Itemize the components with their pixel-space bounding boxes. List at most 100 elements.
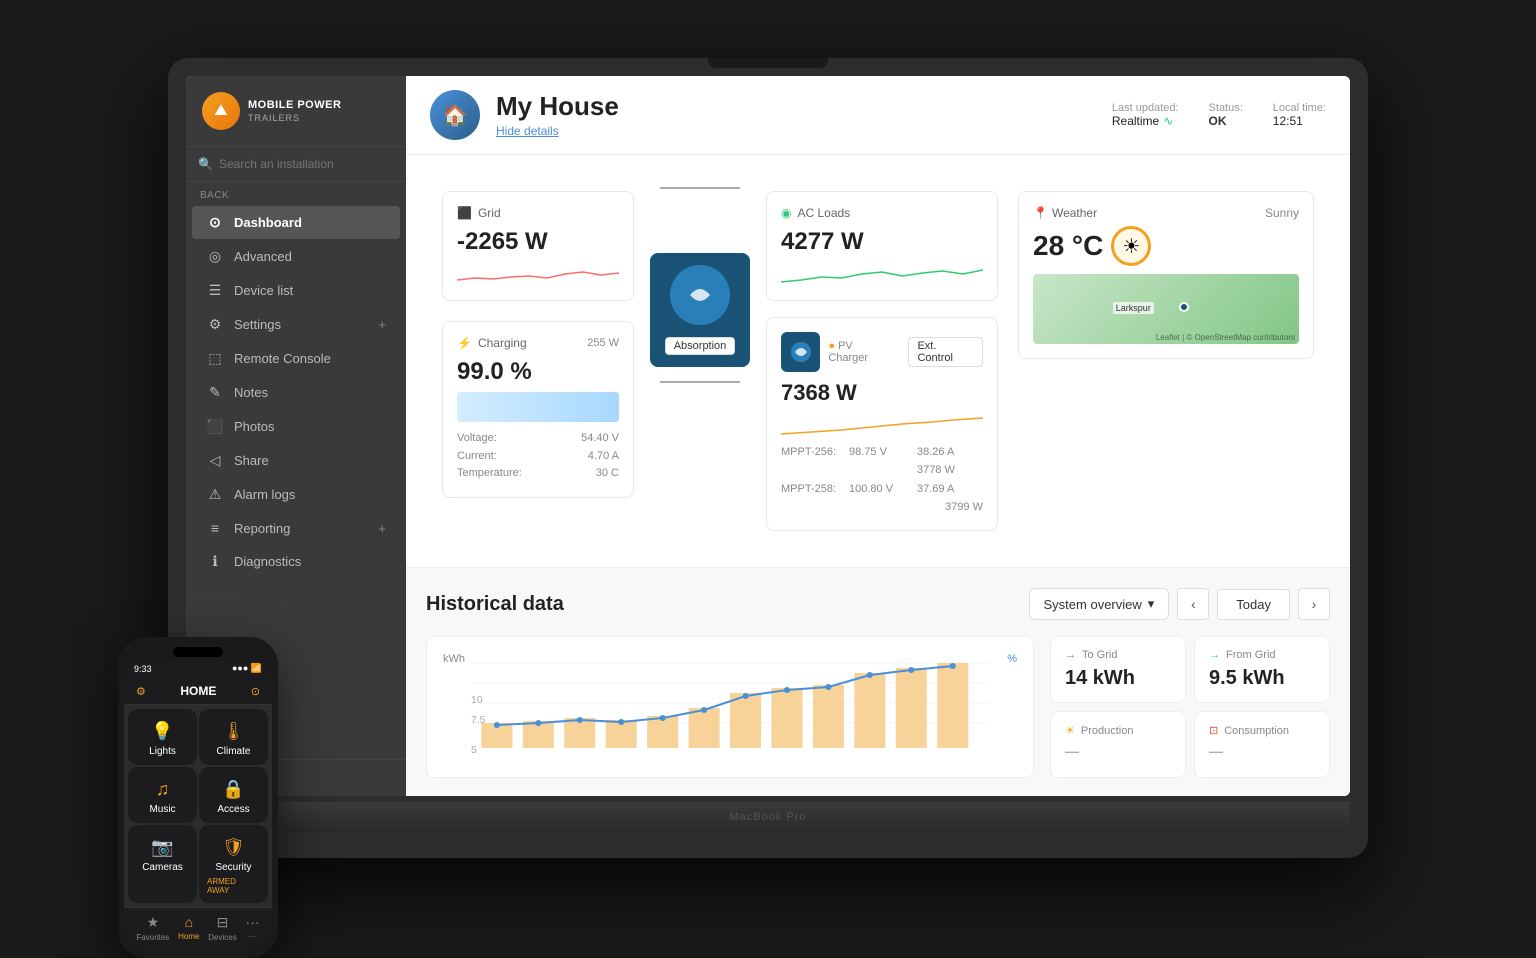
security-sublabel: ARMED AWAY	[207, 877, 260, 895]
sun-icon: ☀	[1111, 226, 1151, 266]
grid-value: -2265 W	[457, 228, 619, 256]
historical-header: Historical data System overview ▾ ‹ Toda…	[426, 588, 1330, 620]
next-period-button[interactable]: ›	[1298, 588, 1330, 620]
phone-time: 9:33	[134, 664, 152, 674]
to-grid-arrow-icon: →	[1065, 649, 1076, 661]
charging-watts: 255 W	[587, 337, 619, 349]
sidebar-item-settings[interactable]: ⚙ Settings +	[192, 308, 400, 341]
grid-title: Grid	[478, 206, 501, 220]
phone-status-bar: 9:33 ●●● 📶	[124, 661, 272, 678]
sidebar-item-reporting[interactable]: ≡ Reporting +	[192, 512, 400, 544]
production-label: ☀ Production	[1065, 724, 1171, 737]
phone-signal-icon: ●●● 📶	[232, 663, 262, 674]
sidebar-nav: ⊙ Dashboard ◎ Advanced ☰ Device list ⚙ S…	[186, 205, 406, 579]
phone-grid: 💡 Lights 🌡 Climate ♫ Music	[124, 705, 272, 907]
sidebar-logo: ⛰ MOBILE POWER TRAILERS	[186, 76, 406, 147]
weather-title: 📍 Weather	[1033, 206, 1097, 220]
system-overview-dropdown[interactable]: System overview ▾	[1029, 588, 1170, 620]
phone-title: HOME	[146, 684, 251, 698]
phone-more-icon[interactable]: ⊙	[251, 685, 260, 698]
music-icon: ♫	[156, 779, 170, 800]
sidebar-item-label: Settings	[234, 317, 281, 332]
header-meta: Last updated: Realtime ∿ Status: OK Loca…	[1112, 102, 1326, 128]
phone-tile-cameras[interactable]: 📷 Cameras	[128, 825, 197, 903]
weather-temp-row: 28 °C ☀	[1033, 226, 1299, 266]
mppt2-w: 3799 W	[945, 499, 983, 517]
sidebar-item-device-list[interactable]: ☰ Device list	[192, 274, 400, 307]
current-label: Current:	[457, 450, 497, 462]
access-label: Access	[217, 804, 249, 815]
mppt1-w: 3778 W	[917, 462, 983, 480]
from-grid-label: → From Grid	[1209, 649, 1315, 661]
security-label: Security	[215, 862, 251, 873]
today-button[interactable]: Today	[1217, 589, 1290, 620]
phone-bottom-more[interactable]: ··· ···	[246, 914, 260, 942]
remote-console-icon: ⬚	[206, 350, 224, 367]
map-location-label: Larkspur	[1113, 302, 1154, 314]
house-title: My House	[496, 91, 619, 122]
prev-period-button[interactable]: ‹	[1177, 588, 1209, 620]
voltage-value: 54.40 V	[581, 430, 619, 448]
favorites-icon: ★	[136, 914, 169, 931]
phone-overlay: 9:33 ●●● 📶 ⚙ HOME ⊙ 💡 Lights 🌡	[118, 637, 293, 958]
mppt1-a: 38.26 A	[917, 444, 983, 462]
logo-sub-text: TRAILERS	[248, 113, 341, 123]
sidebar-item-share[interactable]: ◁ Share	[192, 444, 400, 477]
ac-loads-title: AC Loads	[797, 206, 850, 220]
dashboard-cards-layout: ⬛ Grid -2265 W	[422, 171, 1334, 551]
local-time-label: Local time:	[1273, 102, 1326, 114]
phone-bottom-favorites[interactable]: ★ Favorites	[136, 914, 169, 942]
phone-tile-access[interactable]: 🔒 Access	[199, 767, 268, 823]
sidebar-item-label: Share	[234, 453, 269, 468]
phone-tile-security[interactable]: 🛡 Security ARMED AWAY	[199, 825, 268, 903]
phone-bottom-devices[interactable]: ⊟ Devices	[208, 914, 236, 942]
col-pv: ◉ AC Loads 4277 W	[762, 187, 1002, 535]
music-label: Music	[149, 804, 175, 815]
to-grid-value: 14 kWh	[1065, 667, 1171, 690]
dashboard-icon: ⊙	[206, 214, 224, 231]
production-card: ☀ Production —	[1050, 711, 1186, 778]
main-content: 🏠 My House Hide details Last updated: Re…	[406, 76, 1350, 796]
from-grid-card: → From Grid 9.5 kWh	[1194, 636, 1330, 703]
photos-icon: ⬛	[206, 418, 224, 435]
climate-icon: 🌡	[222, 721, 245, 742]
consumption-icon: ⊡	[1209, 724, 1218, 737]
hide-details-link[interactable]: Hide details	[496, 124, 559, 138]
house-avatar: 🏠	[430, 90, 480, 140]
sidebar-item-notes[interactable]: ✎ Notes	[192, 376, 400, 409]
ac-loads-value: 4277 W	[781, 228, 983, 256]
phone-bottom-home[interactable]: ⌂ Home	[178, 914, 199, 942]
pv-icon	[781, 332, 820, 372]
temp-value: 30 C	[596, 465, 619, 483]
sidebar-item-label: Notes	[234, 385, 268, 400]
status-label: Status:	[1209, 102, 1243, 114]
lights-icon: 💡	[151, 721, 173, 742]
phone-settings-icon[interactable]: ⚙	[136, 685, 146, 698]
phone-tile-climate[interactable]: 🌡 Climate	[199, 709, 268, 765]
phone-tile-lights[interactable]: 💡 Lights	[128, 709, 197, 765]
col-left: ⬛ Grid -2265 W	[438, 187, 638, 502]
weather-card: 📍 Weather Sunny 28 °C ☀	[1018, 191, 1314, 359]
mppt2-v: 100.80 V	[849, 481, 915, 499]
reporting-plus-icon: +	[378, 521, 386, 536]
search-icon: 🔍	[198, 157, 213, 171]
weather-icon: 📍	[1033, 206, 1048, 220]
search-box[interactable]: 🔍	[186, 147, 406, 182]
pv-charger-label: ● PV Charger	[828, 340, 894, 364]
consumption-card: ⊡ Consumption —	[1194, 711, 1330, 778]
grid-icon: ⬛	[457, 206, 472, 220]
sidebar-item-label: Reporting	[234, 521, 290, 536]
sidebar-item-advanced[interactable]: ◎ Advanced	[192, 240, 400, 273]
sidebar-item-remote-console[interactable]: ⬚ Remote Console	[192, 342, 400, 375]
search-input[interactable]	[219, 157, 394, 171]
sidebar-item-diagnostics[interactable]: ℹ Diagnostics	[192, 545, 400, 578]
voltage-label: Voltage:	[457, 432, 497, 444]
sidebar-item-alarm-logs[interactable]: ⚠ Alarm logs	[192, 478, 400, 511]
sidebar-item-label: Diagnostics	[234, 554, 301, 569]
last-updated-group: Last updated: Realtime ∿	[1112, 102, 1179, 128]
sidebar-item-dashboard[interactable]: ⊙ Dashboard	[192, 206, 400, 239]
sidebar-item-photos[interactable]: ⬛ Photos	[192, 410, 400, 443]
charging-title-row: ⚡ Charging 255 W	[457, 336, 619, 350]
phone-tile-music[interactable]: ♫ Music	[128, 767, 197, 823]
charging-title: Charging	[478, 336, 527, 350]
